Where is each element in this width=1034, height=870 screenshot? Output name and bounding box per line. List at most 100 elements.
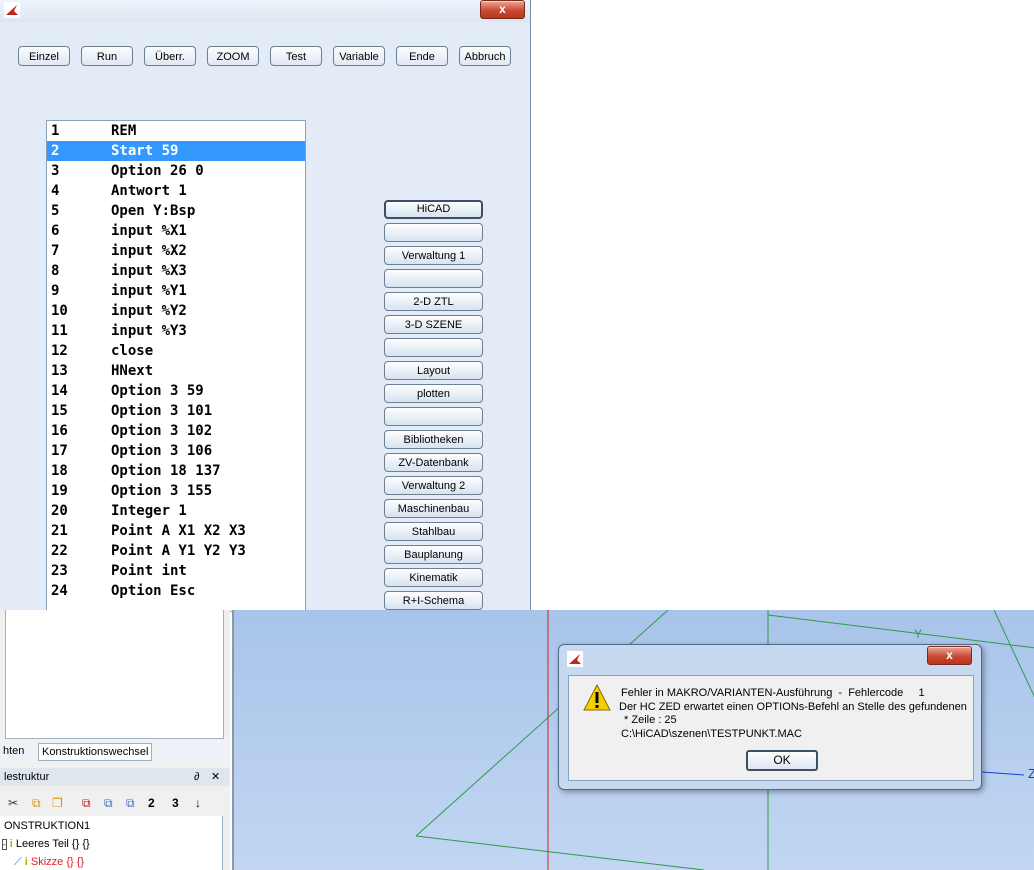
menu-button-2d-ztl[interactable]: 2-D ZTL [384, 292, 483, 311]
hicad-logo-icon [567, 651, 583, 670]
menu-button-bibliotheken[interactable]: Bibliotheken [384, 430, 483, 449]
menu-button-empty-3[interactable] [384, 338, 483, 357]
tree-toolbar: ✂ ⧉ ❐ ⧉ ⧉ ⧉ 2 3 ↓ [0, 794, 230, 814]
run-button[interactable]: Run [81, 46, 133, 66]
line-text: input %Y2 [111, 303, 187, 319]
code-line[interactable]: 1 REM [47, 121, 305, 141]
menu-button-verwaltung-1[interactable]: Verwaltung 1 [384, 246, 483, 265]
einzel-button[interactable]: Einzel [18, 46, 70, 66]
menu-button-hicad[interactable]: HiCAD [384, 200, 483, 219]
copy-icon[interactable]: ⧉ [32, 796, 41, 811]
green-line-2 [415, 835, 705, 870]
line-text: Option 3 59 [111, 383, 204, 399]
assembly-icon[interactable]: ⧉ [104, 796, 113, 811]
tree-node-part[interactable]: - i Leeres Teil {} {} [2, 838, 90, 850]
code-line[interactable]: 15 Option 3 101 [47, 401, 305, 421]
code-line[interactable]: 23 Point int [47, 561, 305, 581]
code-line[interactable]: 5 Open Y:Bsp [47, 201, 305, 221]
line-number: 24 [51, 583, 68, 599]
code-line[interactable]: 7 input %X2 [47, 241, 305, 261]
pin-icon[interactable]: ∂ [194, 768, 199, 786]
line-number: 23 [51, 563, 68, 579]
zoom-button[interactable]: ZOOM [207, 46, 259, 66]
error-dialog: x Fehler in MAKRO/VARIANTEN-Ausführung -… [558, 644, 982, 790]
menu-button-maschinenbau[interactable]: Maschinenbau [384, 499, 483, 518]
error-message-line: * Zeile : 25 [621, 714, 677, 726]
code-line[interactable]: 17 Option 3 106 [47, 441, 305, 461]
tab-konstruktionswechsel[interactable]: Konstruktionswechsel [38, 743, 153, 761]
tree-root-node[interactable]: ONSTRUKTION1 [4, 820, 90, 832]
tab-ansichten[interactable]: hten [0, 743, 27, 759]
code-line[interactable]: 9 input %Y1 [47, 281, 305, 301]
line-text: Antwort 1 [111, 183, 187, 199]
menu-button-verwaltung-2[interactable]: Verwaltung 2 [384, 476, 483, 495]
uebern-button[interactable]: Überr. [144, 46, 196, 66]
group-icon[interactable]: ⧉ [126, 796, 135, 811]
hicad-logo-icon [4, 2, 20, 21]
error-message-title: Fehler in MAKRO/VARIANTEN-Ausführung - F… [621, 687, 925, 699]
code-line[interactable]: 18 Option 18 137 [47, 461, 305, 481]
variable-button[interactable]: Variable [333, 46, 385, 66]
code-line[interactable]: 2 Start 59 [47, 141, 305, 161]
line-text: Option Esc [111, 583, 196, 599]
line-number: 14 [51, 383, 68, 399]
menu-button-ri-schema[interactable]: R+I-Schema [384, 591, 483, 610]
code-line[interactable]: 19 Option 3 155 [47, 481, 305, 501]
menu-button-empty-4[interactable] [384, 407, 483, 426]
menu-button-zv-datenbank[interactable]: ZV-Datenbank [384, 453, 483, 472]
code-line[interactable]: 14 Option 3 59 [47, 381, 305, 401]
code-line[interactable]: 4 Antwort 1 [47, 181, 305, 201]
line-number: 20 [51, 503, 68, 519]
menu-button-plotten[interactable]: plotten [384, 384, 483, 403]
code-line[interactable]: 20 Integer 1 [47, 501, 305, 521]
code-line[interactable]: 24 Option Esc [47, 581, 305, 601]
menu-button-stahlbau[interactable]: Stahlbau [384, 522, 483, 541]
code-line[interactable]: 6 input %X1 [47, 221, 305, 241]
code-line[interactable]: 12 close [47, 341, 305, 361]
close-button[interactable]: x [480, 0, 525, 19]
tree-title: lestruktur [4, 771, 50, 783]
level-2-icon[interactable]: 2 [148, 796, 155, 810]
panel-tabbar: hten Konstruktionswechsel [0, 741, 230, 761]
line-number: 6 [51, 223, 60, 239]
line-number: 5 [51, 203, 60, 219]
code-line[interactable]: 21 Point A X1 X2 X3 [47, 521, 305, 541]
code-line[interactable]: 22 Point A Y1 Y2 Y3 [47, 541, 305, 561]
test-button[interactable]: Test [270, 46, 322, 66]
tree-header: lestruktur ∂ ✕ [0, 768, 230, 786]
level-3-icon[interactable]: 3 [172, 796, 179, 810]
menu-button-empty-2[interactable] [384, 269, 483, 288]
menu-button-layout[interactable]: Layout [384, 361, 483, 380]
dialog-content: Fehler in MAKRO/VARIANTEN-Ausführung - F… [568, 675, 974, 781]
code-line[interactable]: 8 input %X3 [47, 261, 305, 281]
line-text: input %Y3 [111, 323, 187, 339]
abbruch-button[interactable]: Abbruch [459, 46, 511, 66]
feature-tree: ONSTRUKTION1 - i Leeres Teil {} {} ⟋ i S… [0, 816, 223, 870]
code-line[interactable]: 13 HNext [47, 361, 305, 381]
menu-button-kinematik[interactable]: Kinematik [384, 568, 483, 587]
line-number: 12 [51, 343, 68, 359]
code-line[interactable]: 10 input %Y2 [47, 301, 305, 321]
ok-button[interactable]: OK [746, 750, 818, 771]
macro-code-list[interactable]: 1 REM 2 Start 59 3 Option 26 0 4 Antwort 1 5 Open… [46, 120, 306, 612]
menu-button-empty-1[interactable] [384, 223, 483, 242]
code-line[interactable]: 16 Option 3 102 [47, 421, 305, 441]
ende-button[interactable]: Ende [396, 46, 448, 66]
part-icon[interactable]: ⧉ [82, 796, 91, 811]
menu-button-3d-szene[interactable]: 3-D SZENE [384, 315, 483, 334]
tree-node-sketch[interactable]: ⟋ i Skizze {} {} [14, 856, 84, 869]
code-line[interactable]: 11 input %Y3 [47, 321, 305, 341]
close-icon[interactable]: ✕ [211, 768, 220, 786]
code-line[interactable]: 3 Option 26 0 [47, 161, 305, 181]
line-text: Option 26 0 [111, 163, 204, 179]
sort-icon[interactable]: ↓ [195, 796, 201, 810]
line-text: Start 59 [111, 143, 179, 159]
menu-button-bauplanung[interactable]: Bauplanung [384, 545, 483, 564]
cut-icon[interactable]: ✂ [8, 796, 18, 810]
expand-icon[interactable]: - [2, 839, 7, 850]
dialog-close-button[interactable]: x [927, 646, 972, 665]
line-text: input %X1 [111, 223, 187, 239]
paste-icon[interactable]: ❐ [52, 796, 63, 810]
line-text: Option 3 106 [111, 443, 213, 459]
line-number: 8 [51, 263, 60, 279]
